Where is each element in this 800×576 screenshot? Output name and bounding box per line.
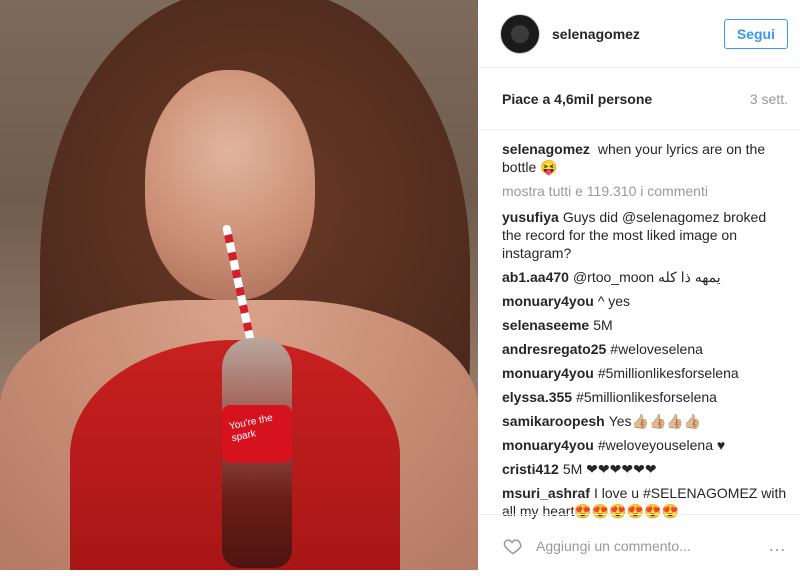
comment-text: 5M [593,317,613,333]
comment-username[interactable]: monuary4you [502,365,594,381]
comment-username[interactable]: ab1.aa470 [502,269,569,285]
post-sidebar: selenagomez Segui Piace a 4,6mil persone… [478,0,800,576]
comment-text: ^ yes [597,293,631,309]
comment-username[interactable]: andresregato25 [502,341,606,357]
photo-bottle-label: You're the spark [222,405,292,463]
comment-username[interactable]: cristi412 [502,461,559,477]
comment-username[interactable]: monuary4you [502,293,594,309]
comment-text: @rtoo_moon يمهه ذا كله [572,269,721,285]
comment-text: #5millionlikesforselena [576,389,717,405]
post-header: selenagomez Segui [478,0,800,68]
heart-outline-icon[interactable] [502,536,524,556]
comment-row: cristi412 5M ❤❤❤❤❤❤ [502,460,788,478]
comment-text: Yes👍🏼👍🏼👍🏼👍🏼 [608,413,702,429]
comment-row: samikaroopesh Yes👍🏼👍🏼👍🏼👍🏼 [502,412,788,430]
avatar[interactable] [500,13,540,54]
follow-button[interactable]: Segui [723,18,788,49]
post-time[interactable]: 3 sett. [750,91,788,107]
comment-text: #weloveyouselena ♥ [597,437,726,453]
post-photo[interactable]: You're the spark [0,0,478,570]
comment-row: monuary4you ^ yes [502,292,788,310]
comment-row: monuary4you #weloveyouselena ♥ [502,436,788,454]
comment-username[interactable]: elyssa.355 [502,389,572,405]
comment-list: yusufiya Guys did @selenagomez broked the… [502,208,788,520]
comment-row: andresregato25 #weloveselena [502,340,788,358]
comment-row: ab1.aa470 @rtoo_moon يمهه ذا كله [502,268,788,286]
comment-row: elyssa.355 #5millionlikesforselena [502,388,788,406]
comment-bar: Aggiungi un commento... … [478,514,800,576]
bottle-label-text: You're the spark [228,412,274,445]
comment-username[interactable]: monuary4you [502,437,594,453]
comment-text: #5millionlikesforselena [597,365,739,381]
post-stats: Piace a 4,6mil persone 3 sett. [478,68,800,130]
add-comment-input[interactable]: Aggiungi un commento... [536,538,768,554]
comment-text: #weloveselena [610,341,703,357]
comment-username[interactable]: yusufiya [502,209,559,225]
comments-section: selenagomez when your lyrics are on the … [478,130,800,520]
comment-text: 5M ❤❤❤❤❤❤ [562,461,657,477]
comment-row: monuary4you #5millionlikesforselena [502,364,788,382]
likes-count[interactable]: Piace a 4,6mil persone [502,91,750,107]
instagram-post: You're the spark selenagomez Segui Piace… [0,0,800,576]
caption-username[interactable]: selenagomez [502,141,590,157]
more-horizontal-icon[interactable]: … [768,535,788,556]
username[interactable]: selenagomez [552,26,724,42]
view-all-comments[interactable]: mostra tutti e 119.310 i commenti [502,182,788,200]
comment-username[interactable]: samikaroopesh [502,413,605,429]
comment-row: yusufiya Guys did @selenagomez broked the… [502,208,788,262]
caption: selenagomez when your lyrics are on the … [502,140,788,176]
comment-username[interactable]: selenaseeme [502,317,589,333]
comment-row: selenaseeme 5M [502,316,788,334]
comment-username[interactable]: msuri_ashraf [502,485,590,501]
